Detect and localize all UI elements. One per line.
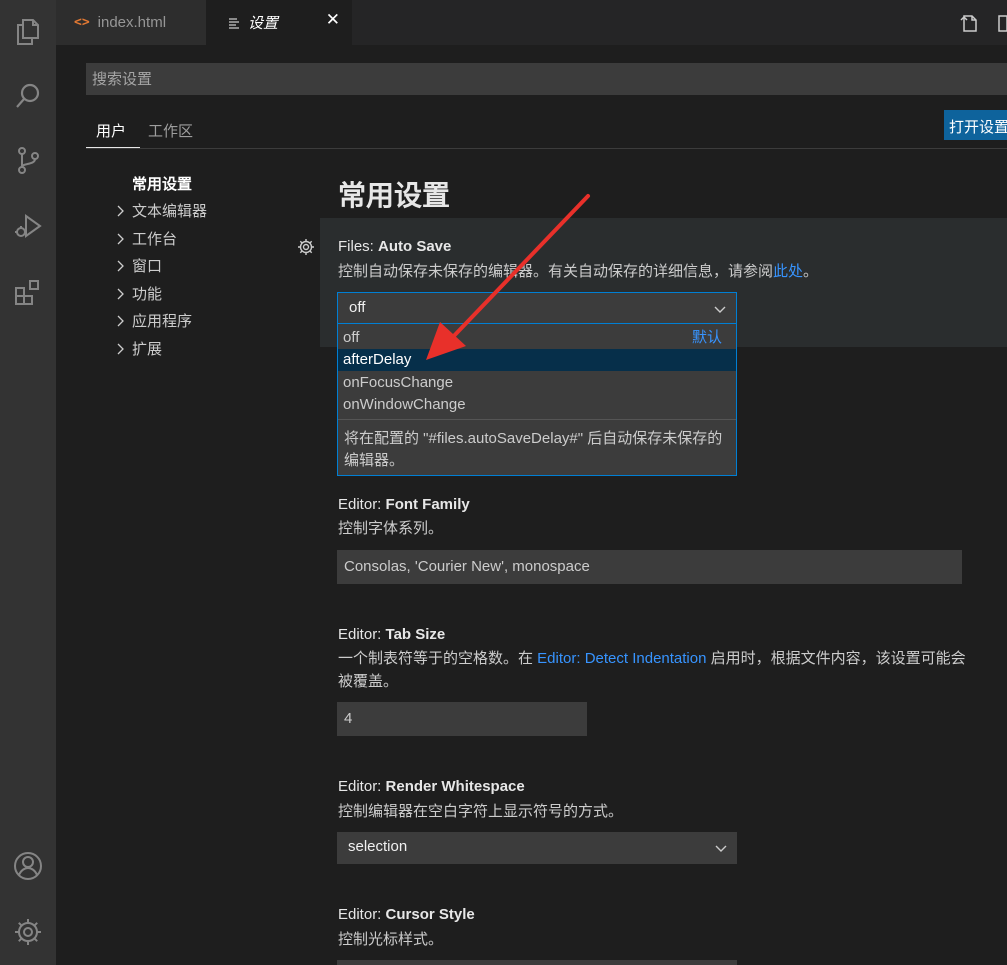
search-icon[interactable] — [8, 76, 48, 116]
setting-desc-tab-size: 一个制表符等于的空格数。在 Editor: Detect Indentation… — [338, 650, 966, 667]
toc-item-label: 工作台 — [132, 231, 178, 248]
toc-item-common[interactable]: 常用设置 — [132, 173, 192, 194]
setting-title-font-family: Editor: Font Family — [338, 496, 470, 513]
toc-item-label: 应用程序 — [132, 313, 193, 330]
html-file-icon: <> — [74, 15, 90, 30]
setting-title-cursor-style: Editor: Cursor Style — [338, 906, 475, 923]
tab-settings[interactable]: 设置 ✕ — [206, 0, 352, 45]
font-family-input[interactable]: Consolas, 'Courier New', monospace — [337, 550, 962, 584]
account-icon[interactable] — [8, 846, 48, 886]
tab-label: index.html — [97, 14, 167, 31]
default-badge: 默认 — [691, 329, 722, 346]
settings-file-icon — [229, 17, 239, 29]
setting-desc-render-whitespace: 控制编辑器在空白字符上显示符号的方式。 — [338, 803, 624, 820]
scope-tab-user[interactable]: 用户 — [96, 120, 126, 141]
dropdown-separator — [338, 419, 736, 420]
chevron-right-icon — [117, 260, 124, 271]
dropdown-option-off[interactable]: off 默认 — [338, 327, 736, 349]
setting-desc-tab-size-line2: 被覆盖。 — [338, 673, 399, 690]
toc-item-text-editor[interactable]: 文本编辑器 — [114, 200, 207, 221]
chevron-right-icon — [117, 343, 124, 354]
setting-desc-auto-save: 控制自动保存未保存的编辑器。有关自动保存的详细信息，请参阅此处。 — [338, 263, 819, 280]
cursor-style-select[interactable] — [337, 960, 737, 965]
toc-item-label: 文本编辑器 — [132, 203, 208, 220]
chevron-down-icon — [715, 845, 727, 852]
activity-bar — [0, 0, 56, 965]
dropdown-option-afterdelay[interactable]: afterDelay — [338, 349, 736, 371]
toc-item-window[interactable]: 窗口 — [114, 255, 162, 276]
split-editor-icon[interactable] — [996, 12, 1007, 34]
toc-item-application[interactable]: 应用程序 — [114, 310, 192, 331]
toc-item-features[interactable]: 功能 — [114, 283, 162, 304]
dropdown-option-onwindowchange[interactable]: onWindowChange — [338, 394, 736, 416]
toc-item-workbench[interactable]: 工作台 — [114, 228, 177, 249]
extensions-icon[interactable] — [8, 272, 48, 312]
scope-tab-workspace[interactable]: 工作区 — [148, 120, 193, 141]
detect-indentation-link[interactable]: Editor: Detect Indentation — [537, 650, 706, 667]
scope-divider — [86, 148, 1007, 149]
setting-title-render-whitespace: Editor: Render Whitespace — [338, 778, 525, 795]
open-settings-json-icon[interactable] — [958, 12, 980, 34]
setting-title-tab-size: Editor: Tab Size — [338, 626, 446, 643]
chevron-right-icon — [117, 288, 124, 299]
auto-save-dropdown: off 默认 afterDelay onFocusChange onWindow… — [337, 324, 737, 476]
search-settings-input[interactable] — [86, 63, 1007, 95]
manage-gear-icon[interactable] — [8, 912, 48, 952]
tab-size-input[interactable]: 4 — [337, 702, 587, 736]
dropdown-option-onfocuschange[interactable]: onFocusChange — [338, 372, 736, 394]
auto-save-docs-link[interactable]: 此处 — [773, 263, 803, 280]
editor-tab-bar: <> index.html 设置 ✕ — [56, 0, 1007, 45]
tab-label: 设置 — [248, 15, 279, 32]
toc-item-label: 扩展 — [132, 341, 163, 358]
toc-item-label: 窗口 — [132, 258, 163, 275]
tab-index-html[interactable]: <> index.html — [56, 0, 206, 45]
explorer-icon[interactable] — [8, 12, 48, 52]
auto-save-select[interactable]: off — [337, 292, 737, 324]
open-settings-json-button[interactable]: 打开设置 — [944, 110, 1007, 140]
section-title: 常用设置 — [338, 180, 451, 211]
setting-gear-icon[interactable] — [296, 237, 316, 257]
chevron-down-icon — [714, 306, 726, 313]
chevron-right-icon — [117, 315, 124, 326]
toc-item-label: 功能 — [132, 286, 163, 303]
setting-desc-font-family: 控制字体系列。 — [338, 520, 444, 537]
chevron-right-icon — [117, 233, 124, 244]
close-icon[interactable]: ✕ — [326, 10, 340, 30]
setting-title-auto-save: Files: Auto Save — [338, 238, 452, 255]
chevron-right-icon — [117, 205, 124, 216]
dropdown-option-description: 将在配置的 "#files.autoSaveDelay#" 后自动保存未保存的编… — [344, 430, 723, 469]
setting-desc-cursor-style: 控制光标样式。 — [338, 931, 444, 948]
source-control-icon[interactable] — [8, 140, 48, 180]
toc-item-extensions[interactable]: 扩展 — [114, 338, 162, 359]
render-whitespace-select[interactable]: selection — [337, 832, 737, 864]
run-debug-icon[interactable] — [8, 206, 48, 246]
